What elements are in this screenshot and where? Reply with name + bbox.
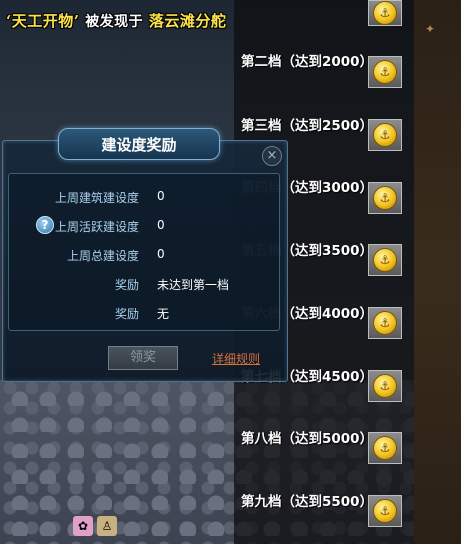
- detailed-rules-link[interactable]: 详细规则: [212, 350, 260, 367]
- announcement-item: ‘天工开物’: [6, 12, 80, 30]
- row-value-active: 0: [157, 218, 165, 232]
- row-label-building: 上周建筑建设度: [54, 191, 139, 205]
- gold-coin-icon: ⚓: [373, 123, 397, 147]
- gold-coin-icon: ⚓: [373, 1, 397, 25]
- row-label-total: 上周总建设度: [66, 249, 139, 263]
- row-label-reward: 奖励: [114, 307, 139, 321]
- dialog-content-frame: [8, 173, 280, 331]
- gold-coin-icon: ⚓: [373, 374, 397, 398]
- close-button[interactable]: ×: [262, 146, 282, 166]
- tier-reward-slot-2[interactable]: ⚓: [368, 56, 402, 88]
- tier-reward-slot-3[interactable]: ⚓: [368, 119, 402, 151]
- claim-reward-button[interactable]: 领奖: [108, 346, 178, 370]
- side-decoration-strip: [414, 0, 461, 544]
- gold-coin-icon: ⚓: [373, 436, 397, 460]
- tier-label-8: 第八档（达到5000）: [241, 431, 374, 447]
- gold-coin-icon: ⚓: [373, 186, 397, 210]
- help-icon[interactable]: ?: [36, 216, 54, 234]
- gold-coin-icon: ⚓: [373, 311, 397, 335]
- tier-reward-slot-7[interactable]: ⚓: [368, 370, 402, 402]
- row-label-active: 上周活跃建设度: [54, 220, 139, 234]
- tier-reward-slot-5[interactable]: ⚓: [368, 244, 402, 276]
- gold-coin-icon: ⚓: [373, 248, 397, 272]
- pink-flower-icon[interactable]: ✿: [73, 516, 93, 536]
- dialog-title: 建设度奖励: [58, 128, 220, 160]
- row-label-reward-tier: 奖励: [114, 278, 139, 292]
- row-value-building: 0: [157, 189, 165, 203]
- row-value-reward: 无: [157, 307, 170, 321]
- row-value-total: 0: [157, 247, 165, 261]
- tier-reward-slot-9[interactable]: ⚓: [368, 495, 402, 527]
- tier-label-2: 第二档（达到2000）: [241, 54, 374, 70]
- row-value-reward-tier: 未达到第一档: [157, 278, 230, 292]
- gold-coin-icon: ⚓: [373, 499, 397, 523]
- tier-reward-slot-4[interactable]: ⚓: [368, 182, 402, 214]
- tier-reward-slot-6[interactable]: ⚓: [368, 307, 402, 339]
- tier-label-9: 第九档（达到5500）: [241, 494, 374, 510]
- announcement-place: 落云滩分舵: [148, 12, 227, 30]
- tier-label-3: 第三档（达到2500）: [241, 118, 374, 134]
- tier-reward-slot-8[interactable]: ⚓: [368, 432, 402, 464]
- tier-reward-slot-1[interactable]: ⚓: [368, 0, 402, 26]
- side-decoration-glyph: ✦: [425, 22, 436, 36]
- announcement-middle: 被发现于: [85, 14, 144, 30]
- system-announcement: ‘天工开物’ 被发现于 落云滩分舵: [6, 10, 226, 31]
- character-icon[interactable]: ♙: [97, 516, 117, 536]
- gold-coin-icon: ⚓: [373, 60, 397, 84]
